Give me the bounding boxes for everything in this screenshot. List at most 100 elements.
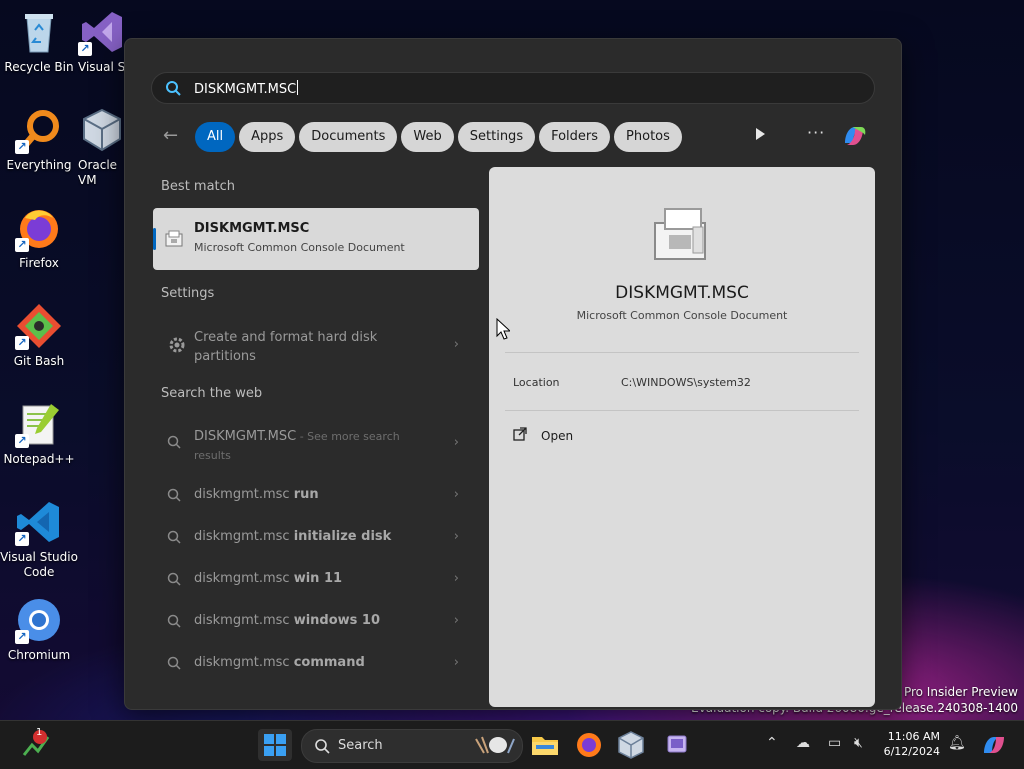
web-result-prefix: diskmgmt.msc xyxy=(194,487,294,502)
shortcut-arrow-icon: ↗ xyxy=(15,238,29,252)
search-icon xyxy=(167,488,181,506)
desktop-icon-label: Everything xyxy=(6,158,72,172)
back-arrow-icon[interactable]: ← xyxy=(163,125,178,146)
search-icon xyxy=(167,435,181,453)
web-result-prefix: diskmgmt.msc xyxy=(194,571,294,586)
virtualbox-icon[interactable] xyxy=(614,729,648,761)
vscode-icon: ↗ xyxy=(15,498,63,546)
desktop-icon-visual-studio-2022[interactable]: ↗ Visual Studio 2022 Preview xyxy=(78,8,124,88)
web-result[interactable]: diskmgmt.msc run › xyxy=(153,487,479,509)
widget-badge-count: 1 xyxy=(36,727,43,738)
best-match-heading: Best match xyxy=(161,179,236,194)
web-result[interactable]: diskmgmt.msc initialize disk › xyxy=(153,529,479,551)
file-explorer-icon[interactable] xyxy=(528,729,562,761)
git-bash-icon: ↗ xyxy=(15,302,63,350)
chevron-right-icon: › xyxy=(453,571,459,586)
shortcut-arrow-icon: ↗ xyxy=(15,434,29,448)
volume-muted-icon[interactable]: 🔇︎ xyxy=(854,735,863,751)
chevron-up-icon[interactable]: ⌃ xyxy=(766,735,778,751)
search-input[interactable]: DISKMGMT.MSC xyxy=(151,72,875,104)
best-match-result[interactable]: DISKMGMT.MSC Microsoft Common Console Do… xyxy=(153,208,479,270)
desktop-icon-recycle-bin[interactable]: Recycle Bin xyxy=(0,8,78,75)
desktop-icon-label: Firefox xyxy=(19,256,59,270)
open-action[interactable]: Open xyxy=(513,427,573,444)
location-value: C:\WINDOWS\system32 xyxy=(621,376,751,389)
shortcut-arrow-icon: ↗ xyxy=(15,532,29,546)
detail-subtitle: Microsoft Common Console Document xyxy=(576,309,788,322)
web-result-prefix: diskmgmt.msc xyxy=(194,529,294,544)
web-result-prefix: diskmgmt.msc xyxy=(194,655,294,670)
desktop-icon-label: Visual Studio 2022 Preview xyxy=(78,60,124,74)
shortcut-arrow-icon: ↗ xyxy=(78,42,92,56)
filter-settings[interactable]: Settings xyxy=(457,122,536,152)
settings-heading: Settings xyxy=(161,286,215,301)
copilot-icon[interactable] xyxy=(839,121,869,151)
web-result-suffix: command xyxy=(293,655,365,670)
desktop-icon-virtualbox[interactable]: Oracle VM VirtualBox xyxy=(78,106,124,186)
settings-result[interactable]: Create and format hard disk partitions › xyxy=(153,326,479,366)
web-result[interactable]: diskmgmt.msc windows 10 › xyxy=(153,613,479,635)
chevron-right-icon: › xyxy=(453,655,459,670)
web-result[interactable]: diskmgmt.msc command › xyxy=(153,655,479,677)
onedrive-icon[interactable]: ☁ xyxy=(796,735,810,751)
web-result-suffix: run xyxy=(293,487,319,502)
shortcut-arrow-icon: ↗ xyxy=(15,630,29,644)
more-options-icon[interactable]: ··· xyxy=(807,123,825,142)
desktop-icon-chromium[interactable]: ↗ Chromium xyxy=(0,596,78,663)
search-query-text: DISKMGMT.MSC xyxy=(194,80,299,97)
search-icon xyxy=(165,80,181,100)
chevron-right-icon: › xyxy=(453,487,459,502)
search-icon xyxy=(167,530,181,548)
system-clock[interactable]: 11:06 AM 6/12/2024 xyxy=(880,729,940,759)
filter-all[interactable]: All xyxy=(195,122,236,152)
divider xyxy=(505,410,859,411)
more-filters-arrow-icon[interactable] xyxy=(756,128,765,140)
open-label: Open xyxy=(541,428,574,443)
mouse-pointer-icon xyxy=(496,317,512,344)
desktop-icon-label: Chromium xyxy=(7,648,71,662)
best-match-title: DISKMGMT.MSC xyxy=(194,221,310,236)
search-icon xyxy=(167,572,181,590)
firefox-icon: ↗ xyxy=(15,204,63,252)
mmc-taskbar-icon[interactable] xyxy=(660,729,694,761)
desktop-icon-label: Recycle Bin xyxy=(4,60,74,74)
copilot-icon[interactable] xyxy=(978,729,1012,761)
mmc-document-icon xyxy=(163,228,185,254)
open-external-icon xyxy=(513,427,527,444)
notification-bell-icon[interactable]: 🔔︎ xyxy=(948,735,966,751)
web-result[interactable]: DISKMGMT.MSC - See more search results › xyxy=(153,427,479,467)
filter-documents[interactable]: Documents xyxy=(299,122,398,152)
settings-result-line-1: Create and format hard disk xyxy=(194,330,378,345)
clock-date: 6/12/2024 xyxy=(883,745,940,758)
mmc-document-large-icon xyxy=(647,205,717,269)
filter-photos[interactable]: Photos xyxy=(614,122,682,152)
web-result-suffix: initialize disk xyxy=(293,529,392,544)
chevron-right-icon: › xyxy=(453,435,459,450)
desktop-icon-vscode[interactable]: ↗ Visual Studio Code xyxy=(0,498,78,580)
start-button[interactable] xyxy=(258,729,292,761)
taskbar-search-label: Search xyxy=(338,738,383,753)
taskbar: 1 Search ⌃ ☁ ▭ 🔇︎ 11:06 AM 6/12/2024 🔔︎ xyxy=(0,720,1024,769)
filter-apps[interactable]: Apps xyxy=(239,122,296,152)
network-icon[interactable]: ▭ xyxy=(828,735,841,751)
filter-folders[interactable]: Folders xyxy=(539,122,611,152)
desktop-icon-notepad-plus-plus[interactable]: ↗ Notepad++ xyxy=(0,400,78,467)
desktop-icon-git-bash[interactable]: ↗ Git Bash xyxy=(0,302,78,369)
web-result-query: DISKMGMT.MSC xyxy=(194,429,297,444)
taskbar-search-box[interactable]: Search xyxy=(301,729,523,763)
settings-gear-icon xyxy=(167,335,187,359)
virtualbox-icon xyxy=(78,106,124,154)
desktop-icon-everything[interactable]: ↗ Everything xyxy=(0,106,78,173)
firefox-icon[interactable] xyxy=(572,729,606,761)
web-result[interactable]: diskmgmt.msc win 11 › xyxy=(153,571,479,593)
filter-web[interactable]: Web xyxy=(401,122,454,152)
search-filter-bar: All Apps Documents Web Settings Folders … xyxy=(195,122,682,152)
chevron-right-icon: › xyxy=(453,337,459,352)
desktop-icon-firefox[interactable]: ↗ Firefox xyxy=(0,204,78,271)
chevron-right-icon: › xyxy=(453,529,459,544)
shortcut-arrow-icon: ↗ xyxy=(15,336,29,350)
result-detail-pane: DISKMGMT.MSC Microsoft Common Console Do… xyxy=(489,167,875,707)
shortcut-arrow-icon: ↗ xyxy=(15,140,29,154)
everything-icon: ↗ xyxy=(15,106,63,154)
web-heading: Search the web xyxy=(161,386,263,401)
